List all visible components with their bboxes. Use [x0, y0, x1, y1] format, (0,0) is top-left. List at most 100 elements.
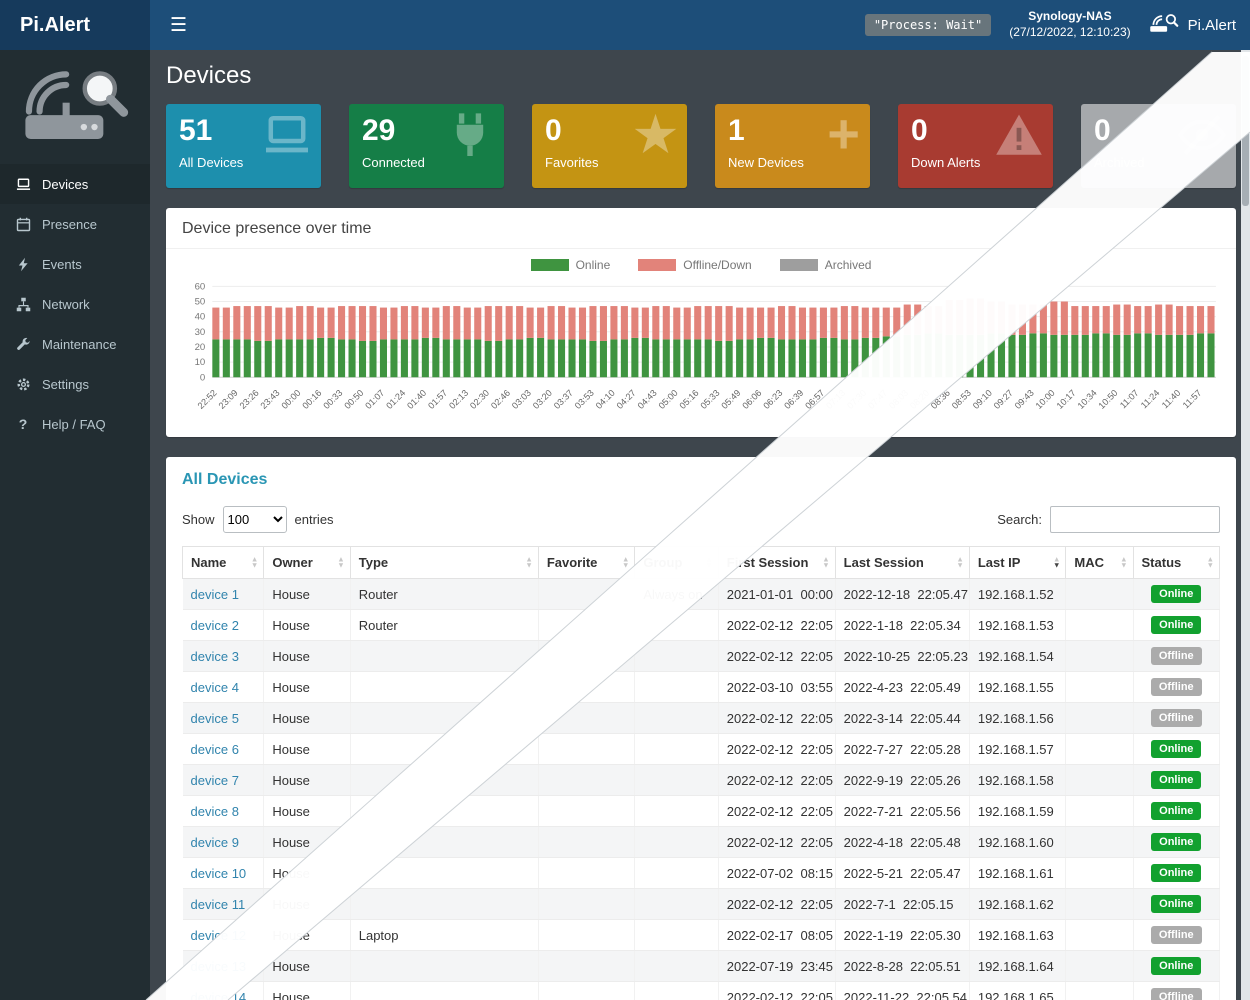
- vertical-scrollbar[interactable]: [1241, 50, 1250, 1000]
- sidebar-item-events[interactable]: Events: [0, 244, 150, 284]
- first-session-cell: 2021-01-01 00:00: [718, 579, 835, 610]
- sidebar-item-label: Devices: [42, 177, 88, 192]
- first-session-cell: 2022-02-12 22:05: [718, 610, 835, 641]
- sidebar-item-devices[interactable]: Devices: [0, 164, 150, 204]
- card-favorites[interactable]: 0Favorites★: [532, 104, 687, 188]
- last-session-cell: 2022-9-19 22:05.26: [835, 765, 969, 796]
- svg-text:20: 20: [195, 342, 206, 353]
- mac-cell: [1066, 982, 1133, 1000]
- card-connected[interactable]: 29Connected: [349, 104, 504, 188]
- host-name: Synology-NAS: [1009, 9, 1130, 25]
- device-link[interactable]: device 12: [191, 928, 247, 943]
- favorite-cell: [538, 579, 635, 610]
- device-link[interactable]: device 10: [191, 866, 247, 881]
- owner-cell: House: [264, 765, 350, 796]
- devices-table-head: Name▲▼Owner▲▼Type▲▼Favorite▲▼Group▲▼Firs…: [183, 547, 1220, 579]
- first-session-cell: 2022-02-12 22:05: [718, 765, 835, 796]
- column-header-owner[interactable]: Owner▲▼: [264, 547, 350, 579]
- owner-cell: House: [264, 889, 350, 920]
- owner-cell: House: [264, 982, 350, 1000]
- chart-legend: Online Offline/Down Archived: [178, 251, 1224, 276]
- svg-text:05:00: 05:00: [657, 388, 680, 411]
- favorite-cell: [538, 796, 635, 827]
- column-header-favorite[interactable]: Favorite▲▼: [538, 547, 635, 579]
- navbar-main: ☰ "Process: Wait" Synology-NAS (27/12/20…: [150, 0, 1250, 50]
- column-header-name[interactable]: Name▲▼: [183, 547, 264, 579]
- svg-text:00:33: 00:33: [321, 388, 344, 411]
- card-new-devices[interactable]: 1New Devices+: [715, 104, 870, 188]
- last-ip-cell: 192.168.1.58: [969, 765, 1066, 796]
- sort-icon: ▲▼: [705, 556, 712, 569]
- device-link[interactable]: device 2: [191, 618, 239, 633]
- column-header-group[interactable]: Group▲▼: [635, 547, 718, 579]
- legend-item-online[interactable]: Online: [531, 258, 611, 272]
- search-input[interactable]: [1050, 506, 1220, 533]
- sidebar-item-presence[interactable]: Presence: [0, 204, 150, 244]
- column-header-last-session[interactable]: Last Session▲▼: [835, 547, 969, 579]
- svg-text:05:49: 05:49: [719, 388, 742, 411]
- column-header-status[interactable]: Status▲▼: [1133, 547, 1219, 579]
- table-row: device 9House2022-02-12 22:052022-4-18 2…: [183, 827, 1220, 858]
- sidebar: Devices PresenceEventsNetworkMaintenanceS…: [0, 50, 150, 1000]
- svg-text:02:46: 02:46: [489, 388, 512, 411]
- owner-cell: House: [264, 672, 350, 703]
- bolt-icon: [15, 256, 31, 272]
- card-down-alerts[interactable]: 0Down Alerts: [898, 104, 1053, 188]
- table-row: device 2HouseRouter2022-02-12 22:052022-…: [183, 610, 1220, 641]
- sort-icon: ▲▼: [525, 556, 532, 569]
- table-row: device 1HouseRouterAlways on2021-01-01 0…: [183, 579, 1220, 610]
- card-all-devices[interactable]: 51All Devices: [166, 104, 321, 188]
- device-link[interactable]: device 11: [191, 897, 246, 912]
- main-content: Devices 51All Devices29Connected0Favorit…: [150, 50, 1250, 1000]
- device-link[interactable]: device 6: [191, 742, 239, 757]
- device-link[interactable]: device 8: [191, 804, 239, 819]
- navbar-brand-right: Pi.Alert: [1149, 12, 1236, 38]
- device-link[interactable]: device 9: [191, 835, 239, 850]
- network-icon: [15, 296, 31, 312]
- column-header-mac[interactable]: MAC▲▼: [1066, 547, 1133, 579]
- chart-body: OnlineOffline/DownArchived 0102030405060…: [166, 249, 1236, 437]
- column-header-last-ip[interactable]: Last IP▲▼: [969, 547, 1066, 579]
- host-info: Synology-NAS (27/12/2022, 12:10:23): [1009, 9, 1130, 40]
- svg-text:01:40: 01:40: [405, 388, 428, 411]
- device-link[interactable]: device 14: [191, 990, 247, 1000]
- owner-cell: House: [264, 796, 350, 827]
- navbar-brand-right-label: Pi.Alert: [1188, 17, 1236, 34]
- laptop-icon: [263, 111, 311, 164]
- last-ip-cell: 192.168.1.55: [969, 672, 1066, 703]
- device-link[interactable]: device 3: [191, 649, 239, 664]
- legend-item-archived[interactable]: Archived: [780, 258, 872, 272]
- device-link[interactable]: device 7: [191, 773, 239, 788]
- sidebar-item-maintenance[interactable]: Maintenance: [0, 324, 150, 364]
- column-header-first-session[interactable]: First Session▲▼: [718, 547, 835, 579]
- mac-cell: [1066, 579, 1133, 610]
- svg-text:02:13: 02:13: [447, 388, 470, 411]
- svg-text:40: 40: [195, 312, 206, 323]
- column-header-type[interactable]: Type▲▼: [350, 547, 538, 579]
- sidebar-item-settings[interactable]: Settings: [0, 364, 150, 404]
- sidebar-item-help-faq[interactable]: ?Help / FAQ: [0, 404, 150, 444]
- sidebar-toggle-icon[interactable]: ☰: [164, 14, 193, 37]
- sidebar-item-network[interactable]: Network: [0, 284, 150, 324]
- mac-cell: [1066, 796, 1133, 827]
- entries-select[interactable]: 100: [223, 506, 287, 533]
- gear-icon: [15, 376, 31, 392]
- device-link[interactable]: device 4: [191, 680, 239, 695]
- legend-item-offline-down[interactable]: Offline/Down: [638, 258, 751, 272]
- device-link[interactable]: device 5: [191, 711, 239, 726]
- svg-text:11:57: 11:57: [1181, 388, 1204, 411]
- favorite-cell: [538, 703, 635, 734]
- calendar-icon: [15, 216, 31, 232]
- device-link[interactable]: device 1: [191, 587, 239, 602]
- card-archived[interactable]: 0Archived: [1081, 104, 1236, 188]
- app-logo[interactable]: Pi.Alert: [0, 0, 150, 50]
- svg-text:09:43: 09:43: [1013, 388, 1036, 411]
- last-session-cell: 2022-11-22 22:05.54: [835, 982, 969, 1000]
- last-ip-cell: 192.168.1.59: [969, 796, 1066, 827]
- scrollbar-thumb[interactable]: [1242, 56, 1249, 206]
- status-badge: Offline: [1151, 647, 1202, 665]
- process-status-badge: "Process: Wait": [865, 14, 991, 36]
- type-cell: Router: [350, 579, 538, 610]
- device-link[interactable]: device 13: [191, 959, 247, 974]
- type-cell: [350, 982, 538, 1000]
